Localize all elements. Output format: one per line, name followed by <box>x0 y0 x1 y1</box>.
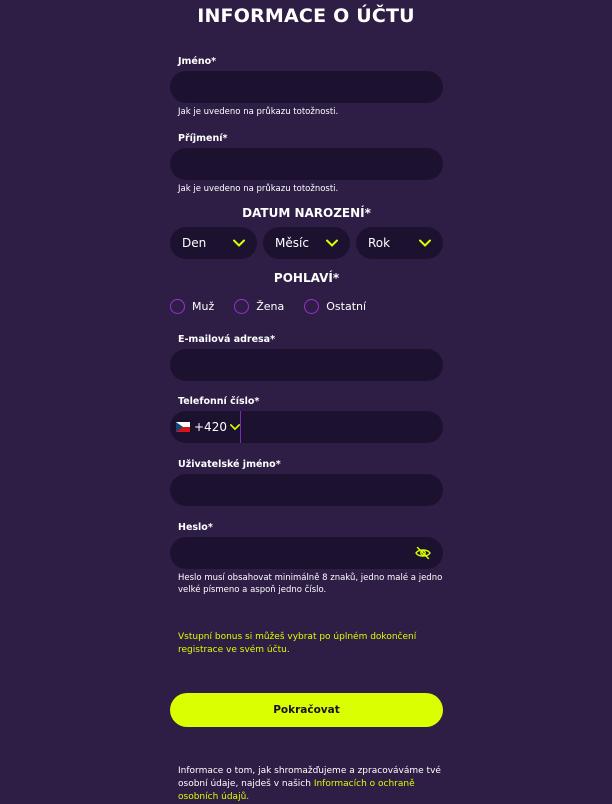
year-select-label: Rok <box>368 236 391 250</box>
privacy-text: osobní údaje, najdeš v našich <box>178 779 314 789</box>
gender-heading: POHLAVÍ* <box>273 271 340 285</box>
gender-option-label: Muž <box>192 299 215 313</box>
country-code-select[interactable]: +420 <box>170 411 241 443</box>
phone-field: +420 <box>170 411 443 443</box>
password-input[interactable] <box>170 537 443 569</box>
first-name-hint: Jak je uvedeno na průkazu totožnosti. <box>178 107 339 117</box>
privacy-line: Informace o tom, jak shromažďujeme a zpr… <box>178 766 441 776</box>
gender-option-other[interactable]: Ostatní <box>304 298 367 314</box>
radio-button[interactable] <box>170 298 185 314</box>
bonus-note-line: registrace ve svém účtu. <box>178 645 290 655</box>
privacy-line: osobních údajů. <box>178 791 450 804</box>
eye-off-icon[interactable] <box>415 546 431 560</box>
email-label: E-mailová adresa* <box>178 334 276 345</box>
month-select[interactable]: Měsíc <box>263 227 350 259</box>
phone-label: Telefonní číslo* <box>178 396 260 407</box>
last-name-input[interactable] <box>170 148 443 180</box>
gender-option-male[interactable]: Muž <box>170 298 215 314</box>
privacy-line: osobní údaje, najdeš v našich Informacíc… <box>178 778 450 791</box>
first-name-label: Jméno* <box>178 56 217 67</box>
gender-option-label: Ostatní <box>326 299 367 313</box>
password-hint-line: Heslo musí obsahovat minimálně 8 znaků, … <box>178 573 443 583</box>
page-title: INFORMACE O ÚČTU <box>197 5 415 27</box>
privacy-link[interactable]: Informacích o ochraně <box>314 779 415 789</box>
gender-radio-group: Muž Žena Ostatní <box>170 297 386 315</box>
radio-button[interactable] <box>234 298 250 314</box>
chevron-down-icon <box>233 239 245 247</box>
gender-option-label: Žena <box>256 299 285 313</box>
country-code-label: +420 <box>194 420 227 434</box>
year-select[interactable]: Rok <box>356 227 443 259</box>
day-select-label: Den <box>182 236 207 250</box>
continue-button[interactable]: Pokračovat <box>170 693 443 727</box>
chevron-down-icon <box>229 424 240 431</box>
password-label: Heslo* <box>178 522 213 533</box>
last-name-label: Příjmení* <box>178 133 228 144</box>
chevron-down-icon <box>419 239 431 247</box>
radio-button[interactable] <box>304 298 320 314</box>
month-select-label: Měsíc <box>275 236 309 250</box>
last-name-hint: Jak je uvedeno na průkazu totožnosti. <box>178 184 339 194</box>
gender-option-female[interactable]: Žena <box>234 298 285 314</box>
bonus-note-line: Vstupní bonus si můžeš vybrat po úplném … <box>178 632 417 642</box>
privacy-notice: Informace o tom, jak shromažďujeme a zpr… <box>178 765 450 804</box>
day-select[interactable]: Den <box>170 227 257 259</box>
first-name-input[interactable] <box>170 71 443 103</box>
czech-flag-icon <box>176 422 190 432</box>
username-input[interactable] <box>170 474 443 506</box>
password-hint: Heslo musí obsahovat minimálně 8 znaků, … <box>178 572 442 596</box>
chevron-down-icon <box>326 239 338 247</box>
username-label: Uživatelské jméno* <box>178 459 281 470</box>
email-input[interactable] <box>170 349 443 381</box>
password-hint-line: velké písmeno a aspoň jedno číslo. <box>178 585 327 595</box>
privacy-link-continued[interactable]: osobních údajů. <box>178 792 249 802</box>
bonus-note: Vstupní bonus si můžeš vybrat po úplném … <box>178 631 438 657</box>
birth-date-heading: DATUM NAROZENÍ* <box>242 206 371 220</box>
